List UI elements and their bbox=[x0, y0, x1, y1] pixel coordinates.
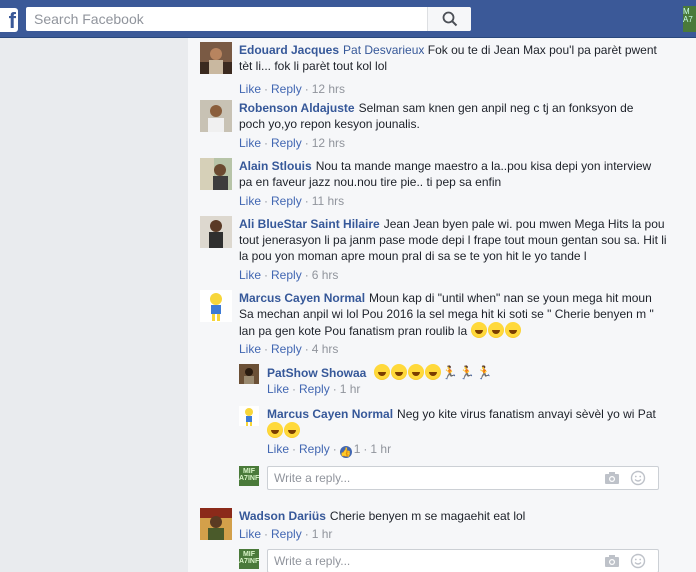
comment-author[interactable]: PatShow Showaa bbox=[267, 366, 366, 380]
comment-author[interactable]: Marcus Cayen Normal bbox=[267, 407, 393, 421]
comment-body: Wadson Dariüs Cherie benyen m se magaehit… bbox=[239, 508, 659, 524]
comment-text: Neg yo kite virus fanatism anvayi sèvèl … bbox=[397, 407, 656, 421]
runner-emoji-icon: 🏃 bbox=[458, 365, 476, 380]
smile-icon[interactable] bbox=[630, 553, 646, 569]
timestamp[interactable]: 1 hr bbox=[340, 382, 361, 396]
comment-body: Ali BlueStar Saint Hilaire Jean Jean byen… bbox=[239, 216, 669, 264]
reply-link[interactable]: Reply bbox=[271, 136, 302, 150]
comment-actions: Like · Reply · 6 hrs bbox=[239, 268, 339, 282]
reply-link[interactable]: Reply bbox=[299, 442, 330, 456]
grinning-emoji-icon bbox=[390, 364, 407, 380]
like-link[interactable]: Like bbox=[239, 82, 261, 96]
reply-avatar: MIF A7INF bbox=[239, 549, 259, 569]
comments-column: Edouard Jacques Pat Desvarieux Fok ou te … bbox=[188, 38, 696, 572]
like-count[interactable]: 1 bbox=[354, 442, 361, 456]
grinning-emoji-icon bbox=[487, 322, 504, 338]
like-link[interactable]: Like bbox=[239, 136, 261, 150]
grinning-emoji-icon bbox=[284, 422, 300, 438]
mention-link[interactable]: Pat Desvarieux bbox=[343, 43, 424, 57]
reply-avatar: MIF A7INF bbox=[239, 466, 259, 486]
avatar[interactable] bbox=[239, 406, 259, 426]
top-navigation-bar: f M A7 bbox=[0, 0, 696, 38]
comment-body: Robenson Aldajuste Selman sam knen gen an… bbox=[239, 100, 659, 132]
reply-link[interactable]: Reply bbox=[271, 527, 302, 541]
reply-link[interactable]: Reply bbox=[299, 382, 330, 396]
comment-author[interactable]: Robenson Aldajuste bbox=[239, 101, 355, 115]
avatar[interactable] bbox=[239, 364, 259, 384]
comment-author[interactable]: Marcus Cayen Normal bbox=[239, 291, 365, 305]
comment-body: Edouard Jacques Pat Desvarieux Fok ou te … bbox=[239, 42, 659, 74]
like-link[interactable]: Like bbox=[239, 194, 261, 208]
facebook-logo-icon[interactable]: f bbox=[0, 8, 18, 32]
comment-body: Marcus Cayen Normal Moun kap di "until wh… bbox=[239, 290, 669, 339]
timestamp[interactable]: 11 hrs bbox=[312, 194, 344, 208]
comment-actions: Like · Reply · 12 hrs bbox=[239, 136, 346, 150]
comment-author[interactable]: Alain Stlouis bbox=[239, 159, 312, 173]
timestamp[interactable]: 1 hr bbox=[370, 442, 391, 456]
reply-box bbox=[267, 466, 659, 490]
comment-body: Alain Stlouis Nou ta mande mange maestro … bbox=[239, 158, 659, 190]
timestamp[interactable]: 12 hrs bbox=[312, 82, 345, 96]
like-link[interactable]: Like bbox=[239, 268, 261, 282]
search-icon bbox=[442, 11, 458, 27]
search-button[interactable] bbox=[427, 7, 471, 31]
camera-icon[interactable] bbox=[604, 471, 620, 485]
smile-icon[interactable] bbox=[630, 470, 646, 486]
like-thumb-icon: 👍 bbox=[339, 446, 352, 458]
comment-author[interactable]: Wadson Dariüs bbox=[239, 509, 326, 523]
timestamp[interactable]: 12 hrs bbox=[312, 136, 345, 150]
comment-actions: Like · Reply · 12 hrs bbox=[239, 82, 346, 96]
avatar[interactable] bbox=[200, 42, 232, 74]
comment-body: PatShow Showaa 🏃🏃🏃 bbox=[267, 364, 667, 381]
search-input[interactable] bbox=[26, 7, 426, 31]
comment-list: Edouard Jacques Pat Desvarieux Fok ou te … bbox=[188, 38, 696, 572]
avatar[interactable] bbox=[200, 100, 232, 132]
reply-link[interactable]: Reply bbox=[271, 342, 302, 356]
comment-text: Cherie benyen m se magaehit eat lol bbox=[329, 509, 526, 523]
comment-actions: Like · Reply · 11 hrs bbox=[239, 194, 345, 208]
like-link[interactable]: Like bbox=[239, 527, 261, 541]
like-link[interactable]: Like bbox=[239, 342, 261, 356]
avatar[interactable] bbox=[200, 216, 232, 248]
grinning-emoji-icon bbox=[470, 322, 487, 338]
comment-body: Marcus Cayen Normal Neg yo kite virus fan… bbox=[267, 406, 667, 439]
avatar[interactable] bbox=[200, 158, 232, 190]
reply-box bbox=[267, 549, 659, 572]
comment-actions: Like · Reply · 1 hr bbox=[239, 527, 333, 541]
comment-actions: Like · Reply · 👍 1 · 1 hr bbox=[267, 442, 392, 458]
camera-icon[interactable] bbox=[604, 554, 620, 568]
avatar[interactable] bbox=[200, 290, 232, 322]
comment-author[interactable]: Edouard Jacques bbox=[239, 43, 339, 57]
timestamp[interactable]: 1 hr bbox=[312, 527, 333, 541]
runner-emoji-icon: 🏃 bbox=[476, 365, 493, 380]
comment-actions: Like · Reply · 1 hr bbox=[267, 382, 361, 396]
comment-author[interactable]: Ali BlueStar Saint Hilaire bbox=[239, 217, 380, 231]
reply-link[interactable]: Reply bbox=[271, 82, 302, 96]
reply-input[interactable] bbox=[274, 470, 594, 486]
reply-link[interactable]: Reply bbox=[271, 268, 302, 282]
avatar[interactable] bbox=[200, 508, 232, 540]
grinning-emoji-icon bbox=[424, 364, 441, 380]
like-link[interactable]: Like bbox=[267, 382, 289, 396]
search-box bbox=[26, 7, 471, 31]
grinning-emoji-icon bbox=[407, 364, 424, 380]
timestamp[interactable]: 4 hrs bbox=[312, 342, 339, 356]
like-link[interactable]: Like bbox=[267, 442, 289, 456]
timestamp[interactable]: 6 hrs bbox=[312, 268, 339, 282]
runner-emoji-icon: 🏃 bbox=[441, 365, 458, 380]
grinning-emoji-icon bbox=[373, 364, 390, 380]
reply-input[interactable] bbox=[274, 553, 594, 569]
comment-actions: Like · Reply · 4 hrs bbox=[239, 342, 339, 356]
grinning-emoji-icon bbox=[504, 322, 521, 338]
grinning-emoji-icon bbox=[267, 422, 283, 438]
profile-avatar[interactable]: M A7 bbox=[683, 6, 696, 32]
reply-link[interactable]: Reply bbox=[271, 194, 302, 208]
